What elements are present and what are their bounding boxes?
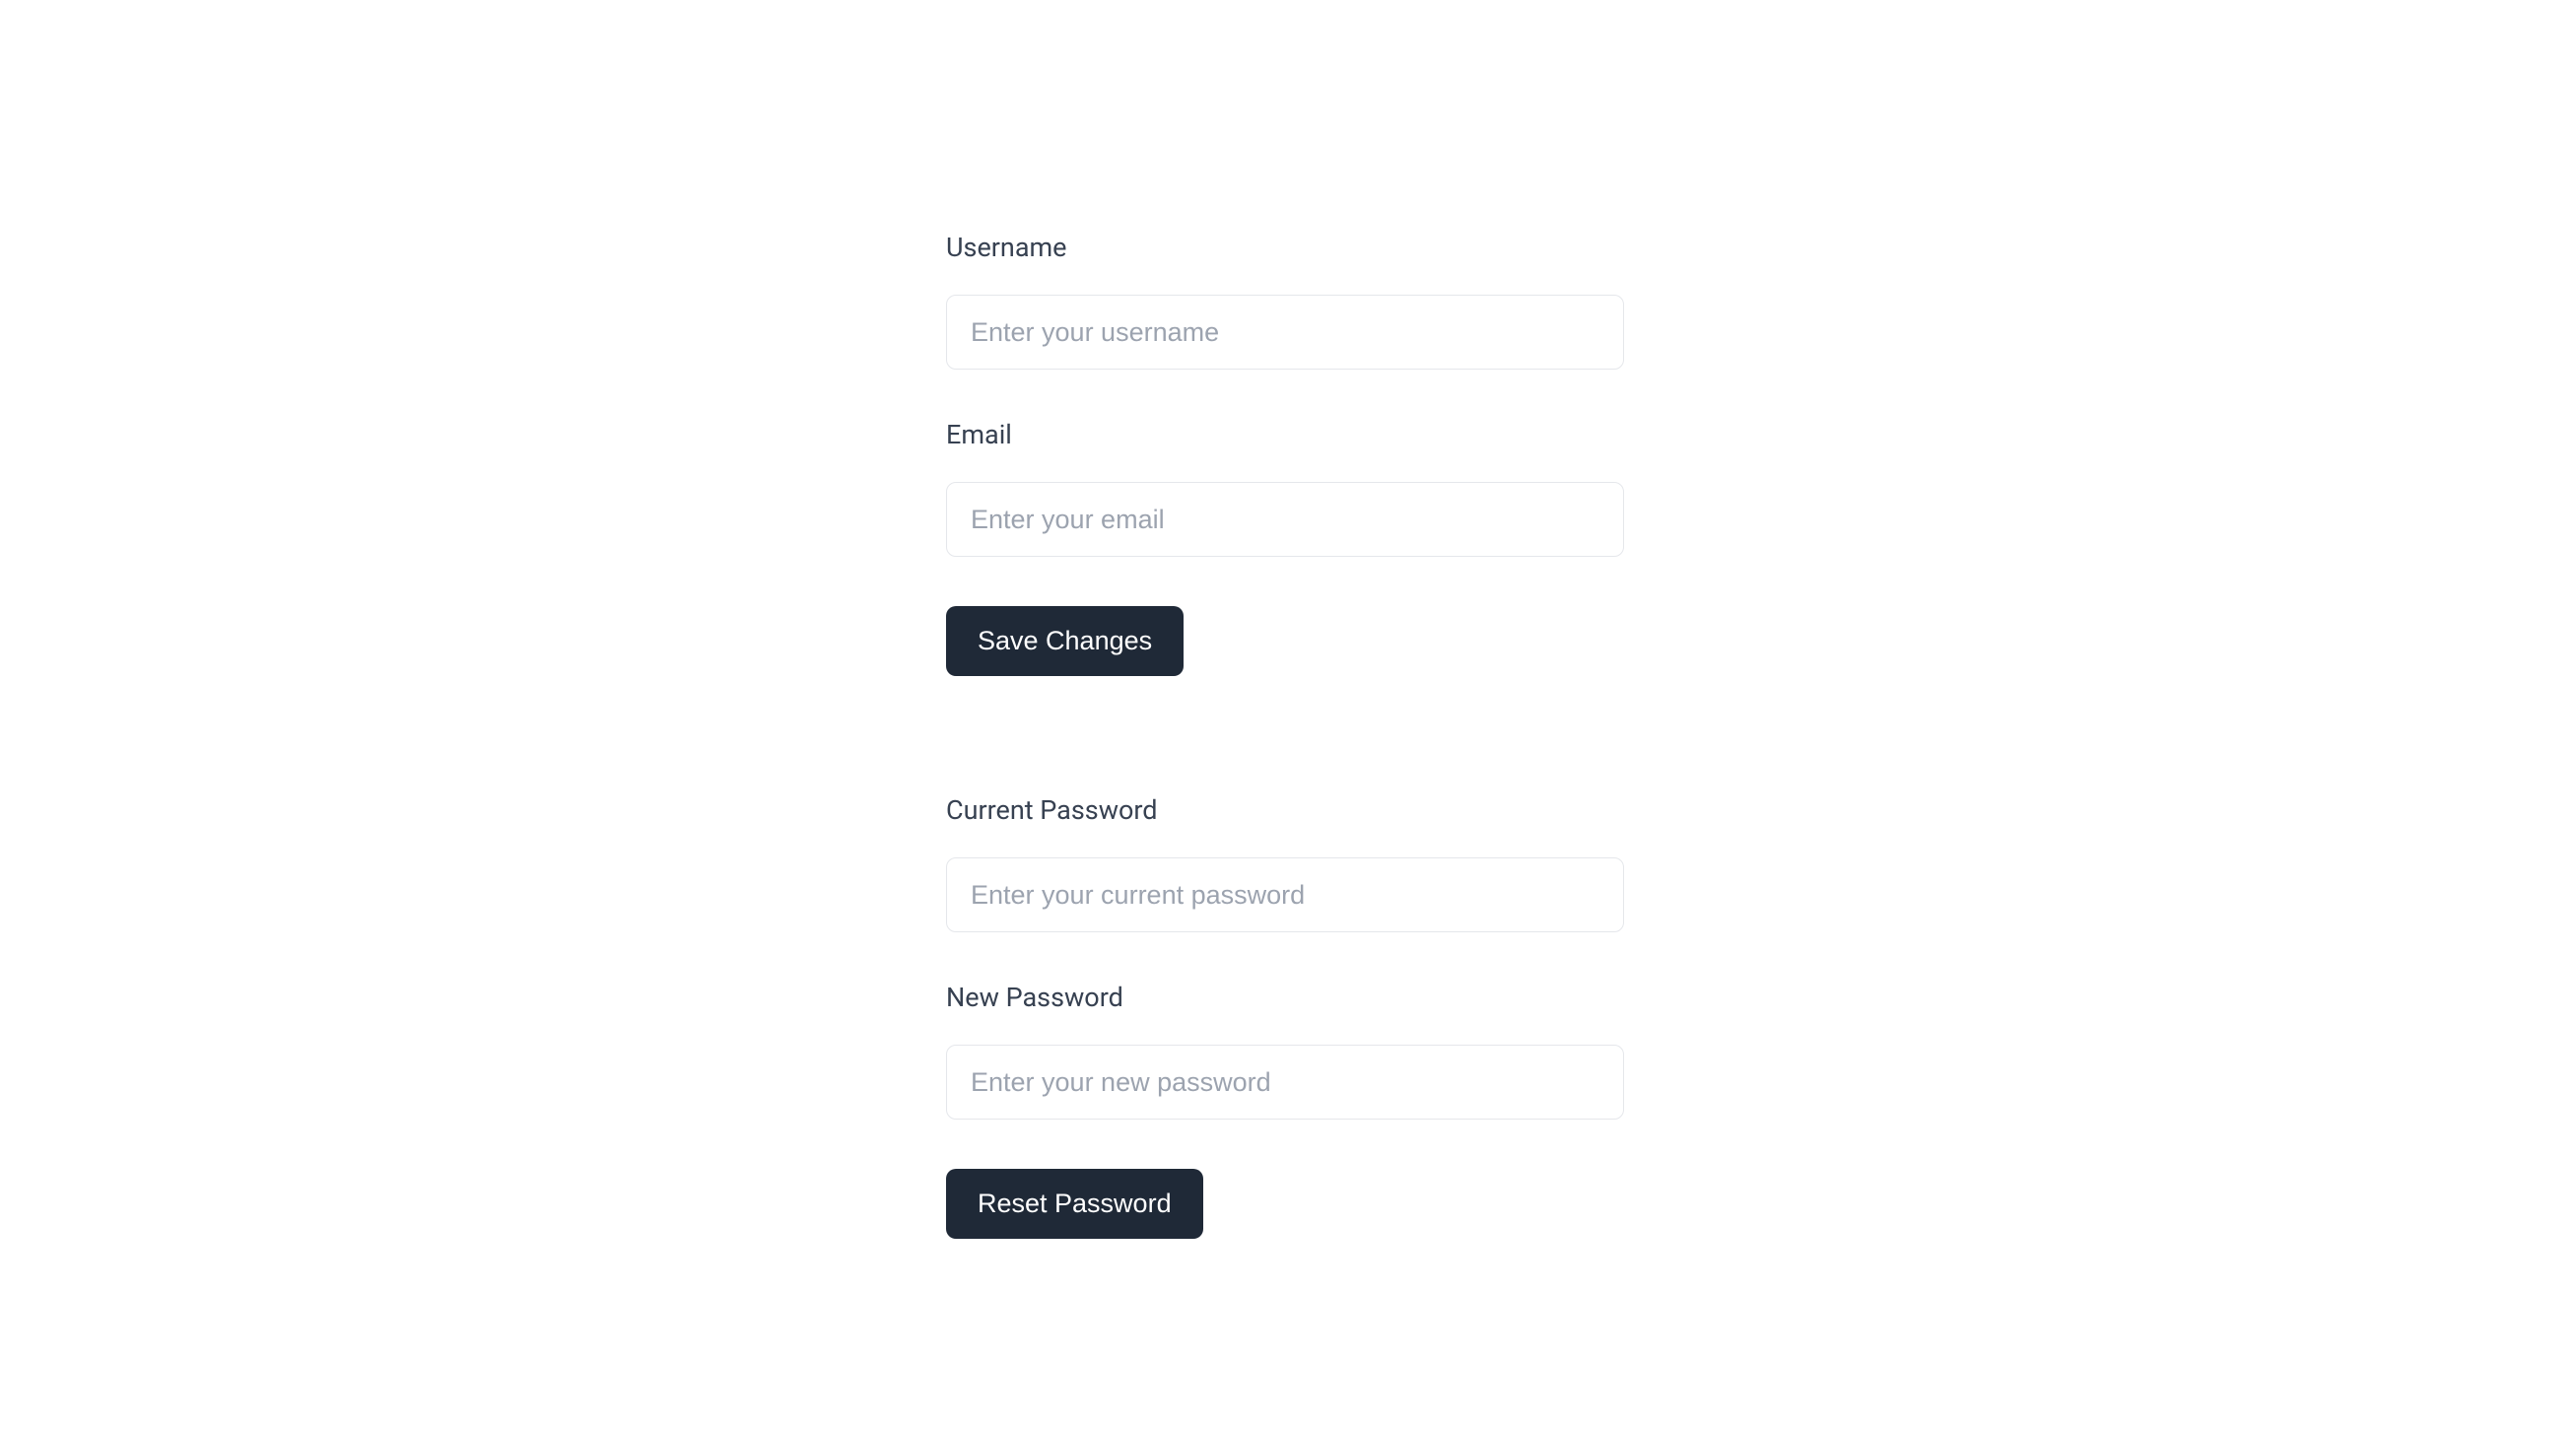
password-section: Current Password New Password Reset Pass… xyxy=(946,794,2576,1239)
username-label: Username xyxy=(946,232,2576,263)
new-password-input[interactable] xyxy=(946,1045,1624,1120)
new-password-group: New Password xyxy=(946,982,2576,1120)
new-password-label: New Password xyxy=(946,982,2576,1013)
profile-section: Username Email Save Changes xyxy=(946,232,2576,676)
current-password-input[interactable] xyxy=(946,857,1624,932)
username-input[interactable] xyxy=(946,295,1624,370)
current-password-group: Current Password xyxy=(946,794,2576,932)
email-label: Email xyxy=(946,419,2576,450)
email-input[interactable] xyxy=(946,482,1624,557)
username-group: Username xyxy=(946,232,2576,370)
current-password-label: Current Password xyxy=(946,794,2576,826)
email-group: Email xyxy=(946,419,2576,557)
save-changes-button[interactable]: Save Changes xyxy=(946,606,1184,676)
reset-password-button[interactable]: Reset Password xyxy=(946,1169,1203,1239)
